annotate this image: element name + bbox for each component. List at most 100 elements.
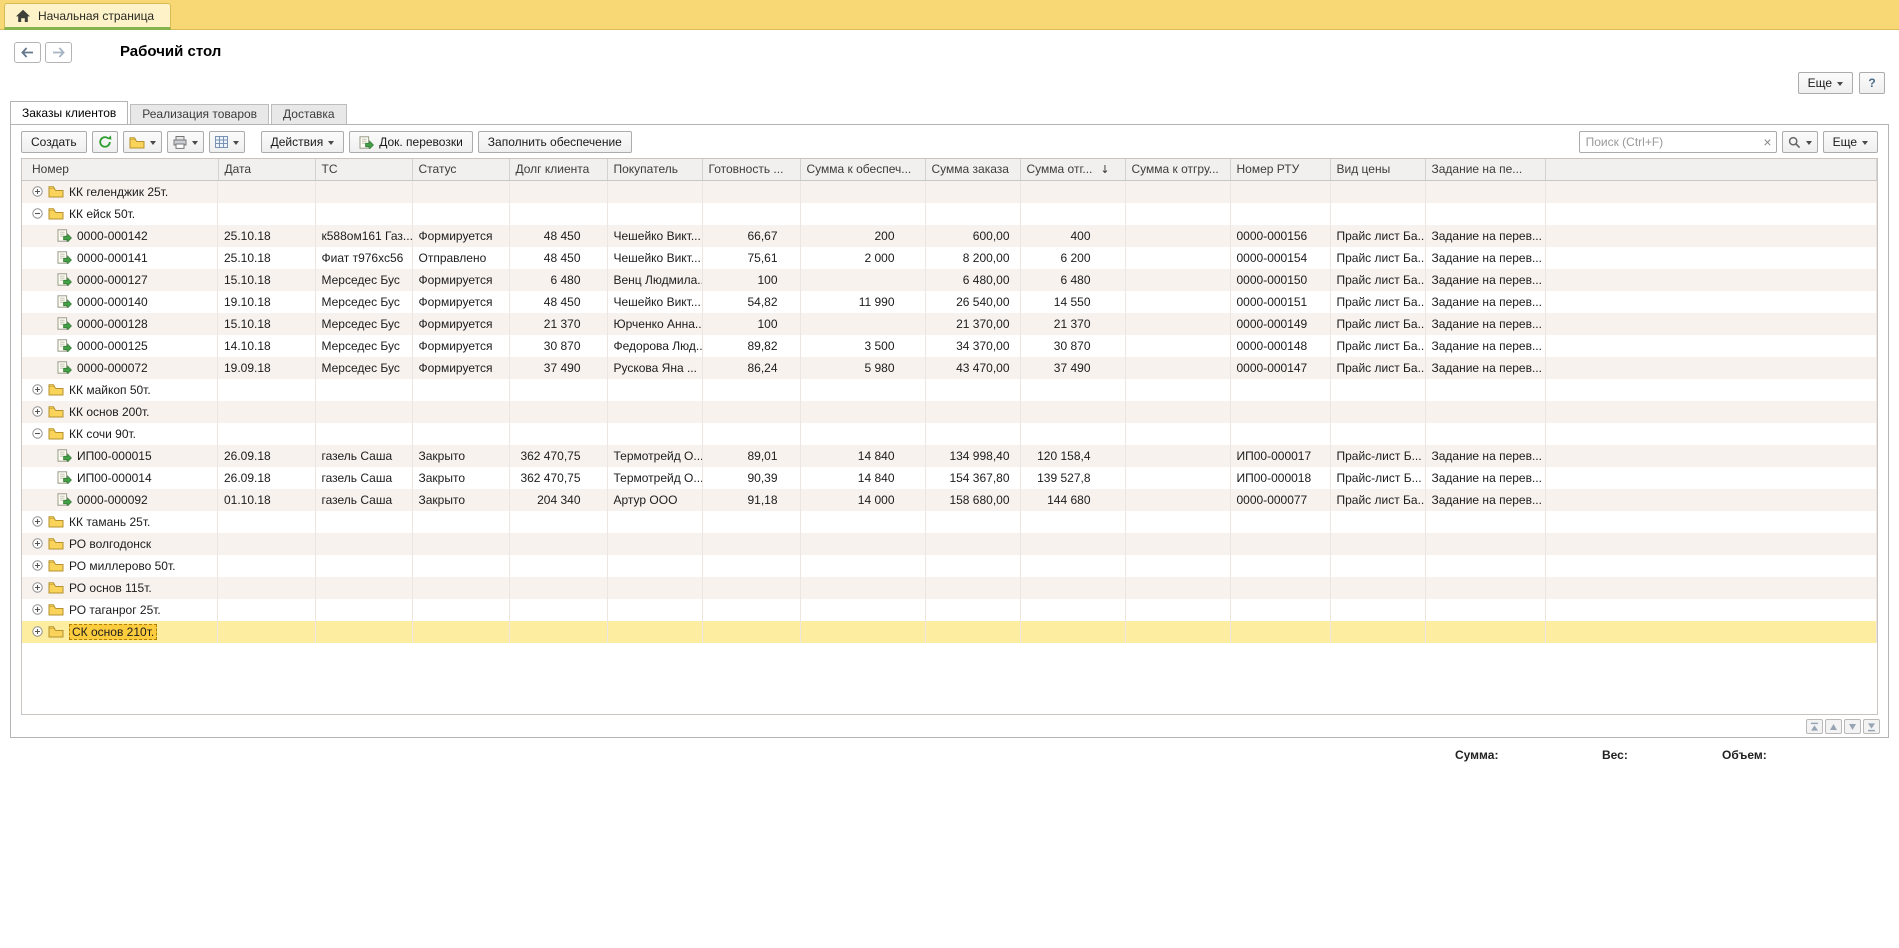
group-label: КК сочи 90т. <box>69 427 136 441</box>
table-cell: 48 450 <box>509 225 607 247</box>
home-page-tab[interactable]: Начальная страница <box>4 3 171 30</box>
column-header-amount-to-ship[interactable]: Сумма к отгру... <box>1125 159 1230 180</box>
column-header-shipped-amount[interactable]: Сумма отг...↓ <box>1020 159 1125 180</box>
column-header-buyer[interactable]: Покупатель <box>607 159 702 180</box>
search-dropdown-button[interactable] <box>1782 131 1818 153</box>
expand-toggle-icon[interactable] <box>32 626 43 637</box>
group-row[interactable]: КК сочи 90т. <box>22 423 1877 445</box>
form-more-button[interactable]: Еще <box>1798 72 1853 94</box>
table-cell <box>315 577 412 599</box>
table-cell: 14 840 <box>800 445 925 467</box>
table-cell: 15.10.18 <box>218 269 315 291</box>
group-row[interactable]: СК основ 210т. <box>22 621 1877 643</box>
group-row[interactable]: КК тамань 25т. <box>22 511 1877 533</box>
column-header-order-amount[interactable]: Сумма заказа <box>925 159 1020 180</box>
go-last-button[interactable] <box>1863 719 1880 734</box>
column-header-date[interactable]: Дата <box>218 159 315 180</box>
group-row[interactable]: КК ейск 50т. <box>22 203 1877 225</box>
column-header-vehicle[interactable]: ТС <box>315 159 412 180</box>
column-header-price-type[interactable]: Вид цены <box>1330 159 1425 180</box>
expand-toggle-icon[interactable] <box>32 604 43 615</box>
create-button[interactable]: Создать <box>21 131 87 153</box>
column-header-rtu-number[interactable]: Номер РТУ <box>1230 159 1330 180</box>
list-more-button[interactable]: Еще <box>1823 131 1878 153</box>
transport-doc-button[interactable]: Док. перевозки <box>349 131 473 153</box>
expand-toggle-icon[interactable] <box>32 406 43 417</box>
order-row[interactable]: ИП00-00001426.09.18газель СашаЗакрыто362… <box>22 467 1877 489</box>
back-button[interactable] <box>14 42 41 63</box>
column-header-transport-task[interactable]: Задание на пе... <box>1425 159 1545 180</box>
table-cell <box>1330 511 1425 533</box>
expand-toggle-icon[interactable] <box>32 582 43 593</box>
help-button[interactable]: ? <box>1859 72 1885 94</box>
expand-toggle-icon[interactable] <box>32 186 43 197</box>
create-group-dropdown-button[interactable] <box>123 131 162 153</box>
group-row[interactable]: РО таганрог 25т. <box>22 599 1877 621</box>
tab-delivery[interactable]: Доставка <box>271 104 347 124</box>
group-row[interactable]: РО основ 115т. <box>22 577 1877 599</box>
table-cell <box>1125 335 1230 357</box>
collapse-toggle-icon[interactable] <box>32 428 43 439</box>
order-row[interactable]: 0000-00014125.10.18Фиат т976хс56Отправле… <box>22 247 1877 269</box>
expand-toggle-icon[interactable] <box>32 538 43 549</box>
print-dropdown-button[interactable] <box>167 131 204 153</box>
search-input[interactable] <box>1579 131 1777 153</box>
table-cell: Чешейко Викт... <box>607 291 702 313</box>
collapse-toggle-icon[interactable] <box>32 208 43 219</box>
go-previous-button[interactable] <box>1825 719 1842 734</box>
table-cell: 0000-000149 <box>1230 313 1330 335</box>
table-cell <box>412 401 509 423</box>
order-row[interactable]: 0000-00009201.10.18газель СашаЗакрыто204… <box>22 489 1877 511</box>
group-row[interactable]: РО волгодонск <box>22 533 1877 555</box>
clear-search-icon[interactable]: × <box>1763 133 1771 151</box>
table-cell <box>1330 599 1425 621</box>
order-row[interactable]: 0000-00014019.10.18Мерседес БусФормирует… <box>22 291 1877 313</box>
table-cell <box>800 180 925 203</box>
go-next-button[interactable] <box>1844 719 1861 734</box>
table-cell: 19.10.18 <box>218 291 315 313</box>
group-label: КК геленджик 25т. <box>69 185 168 199</box>
table-cell <box>1125 379 1230 401</box>
expand-toggle-icon[interactable] <box>32 384 43 395</box>
group-row[interactable]: РО миллерово 50т. <box>22 555 1877 577</box>
column-header-readiness[interactable]: Готовность ... <box>702 159 800 180</box>
table-cell: Мерседес Бус <box>315 313 412 335</box>
table-cell <box>1425 401 1545 423</box>
order-row[interactable]: 0000-00012715.10.18Мерседес БусФормирует… <box>22 269 1877 291</box>
column-header-client-debt[interactable]: Долг клиента <box>509 159 607 180</box>
table-cell-filler <box>1545 203 1877 225</box>
table-cell: ИП00-000018 <box>1230 467 1330 489</box>
group-row[interactable]: КК геленджик 25т. <box>22 180 1877 203</box>
column-header-amount-to-secure[interactable]: Сумма к обеспеч... <box>800 159 925 180</box>
table-cell <box>1020 577 1125 599</box>
list-more-label: Еще <box>1833 135 1857 149</box>
fill-provision-button[interactable]: Заполнить обеспечение <box>478 131 632 153</box>
table-cell: КК тамань 25т. <box>22 511 218 533</box>
table-cell: 6 480 <box>1020 269 1125 291</box>
forward-button[interactable] <box>45 42 72 63</box>
refresh-button[interactable] <box>92 131 118 153</box>
expand-toggle-icon[interactable] <box>32 516 43 527</box>
table-cell <box>412 180 509 203</box>
column-header-status[interactable]: Статус <box>412 159 509 180</box>
order-row[interactable]: 0000-00007219.09.18Мерседес БусФормирует… <box>22 357 1877 379</box>
table-cell <box>800 577 925 599</box>
group-label: РО основ 115т. <box>69 581 152 595</box>
table-cell: 100 <box>702 313 800 335</box>
group-row[interactable]: КК основ 200т. <box>22 401 1877 423</box>
order-row[interactable]: ИП00-00001526.09.18газель СашаЗакрыто362… <box>22 445 1877 467</box>
order-row[interactable]: 0000-00014225.10.18к588ом161 Газ...Форми… <box>22 225 1877 247</box>
expand-toggle-icon[interactable] <box>32 560 43 571</box>
table-cell: Формируется <box>412 313 509 335</box>
order-row[interactable]: 0000-00012514.10.18Мерседес БусФормирует… <box>22 335 1877 357</box>
group-row[interactable]: КК майкоп 50т. <box>22 379 1877 401</box>
tab-goods-sales[interactable]: Реализация товаров <box>130 104 269 124</box>
order-row[interactable]: 0000-00012815.10.18Мерседес БусФормирует… <box>22 313 1877 335</box>
column-header-number[interactable]: Номер <box>22 159 218 180</box>
table-cell: ИП00-000017 <box>1230 445 1330 467</box>
go-first-button[interactable] <box>1806 719 1823 734</box>
output-list-dropdown-button[interactable] <box>209 131 245 153</box>
actions-dropdown-button[interactable]: Действия <box>261 131 345 153</box>
tab-customer-orders[interactable]: Заказы клиентов <box>10 101 128 124</box>
table-cell <box>1230 203 1330 225</box>
